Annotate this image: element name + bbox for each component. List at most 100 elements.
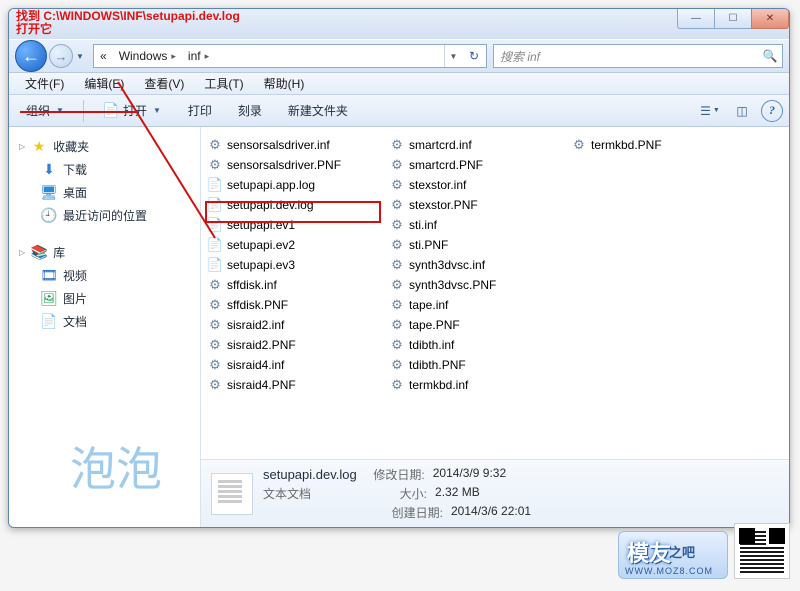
file-name: sisraid2.inf <box>227 318 284 332</box>
downloads-icon: ⬇ <box>41 162 57 178</box>
pictures-icon: 🖼 <box>41 291 57 307</box>
file-item[interactable]: ⚙sisraid4.PNF <box>201 375 383 395</box>
maximize-button[interactable]: ☐ <box>714 9 752 29</box>
file-item[interactable]: ⚙sisraid4.inf <box>201 355 383 375</box>
videos-icon: 🎞 <box>41 268 57 284</box>
sidebar-item-recent[interactable]: 🕘 最近访问的位置 <box>9 204 200 227</box>
logo-url: WWW.MOZ8.COM <box>625 566 713 576</box>
pnf-file-icon: ⚙ <box>207 377 223 393</box>
sidebar-item-pictures[interactable]: 🖼 图片 <box>9 287 200 310</box>
sidebar-libraries[interactable]: ▷ 📚 库 <box>9 241 200 264</box>
sidebar-favorites[interactable]: ▷ ★ 收藏夹 <box>9 135 200 158</box>
file-name: termkbd.inf <box>409 378 468 392</box>
details-pane: setupapi.dev.log 修改日期: 2014/3/9 9:32 文本文… <box>201 459 789 527</box>
file-name: sti.inf <box>409 218 437 232</box>
sidebar-label: 库 <box>53 244 65 261</box>
file-item[interactable]: ⚙sensorsalsdriver.PNF <box>201 155 383 175</box>
file-name: tdibth.inf <box>409 338 454 352</box>
recent-dropdown[interactable]: ▼ <box>73 47 87 65</box>
print-button[interactable]: 打印 <box>178 99 222 123</box>
pnf-file-icon: ⚙ <box>389 317 405 333</box>
view-options-button[interactable]: ☰▼ <box>697 100 723 122</box>
file-item[interactable]: ⚙termkbd.PNF <box>565 135 747 155</box>
menu-edit[interactable]: 编辑(E) <box>74 73 134 94</box>
file-name: setupapi.dev.log <box>227 198 314 212</box>
sidebar-label: 视频 <box>63 267 87 284</box>
file-item[interactable]: 📄setupapi.dev.log <box>201 195 383 215</box>
notepad-icon: 📄 <box>103 103 119 119</box>
file-list-pane[interactable]: ⚙sensorsalsdriver.inf⚙sensorsalsdriver.P… <box>201 127 789 527</box>
breadcrumb-windows[interactable]: Windows ▸ <box>113 45 182 67</box>
file-item[interactable]: ⚙sisraid2.inf <box>201 315 383 335</box>
chevron-right-icon[interactable]: ▸ <box>205 51 210 62</box>
chevron-down-icon: ▼ <box>56 106 64 115</box>
file-name: setupapi.ev2 <box>227 238 295 252</box>
sidebar-item-desktop[interactable]: 🖥 桌面 <box>9 181 200 204</box>
close-button[interactable]: ✕ <box>751 9 789 29</box>
file-item[interactable]: ⚙smartcrd.PNF <box>383 155 565 175</box>
forward-button[interactable]: → <box>49 44 73 68</box>
preview-pane-button[interactable]: ◫ <box>729 100 755 122</box>
menu-view[interactable]: 查看(V) <box>134 73 194 94</box>
breadcrumb-prefix[interactable]: « <box>94 45 113 67</box>
refresh-button[interactable]: ↻ <box>462 45 486 67</box>
menu-help[interactable]: 帮助(H) <box>254 73 315 94</box>
file-name: sffdisk.PNF <box>227 298 288 312</box>
chevron-right-icon[interactable]: ▸ <box>171 51 176 62</box>
minimize-button[interactable]: — <box>677 9 715 29</box>
address-dropdown[interactable]: ▼ <box>444 45 462 67</box>
file-thumbnail-icon <box>211 473 253 515</box>
file-item[interactable]: ⚙sti.PNF <box>383 235 565 255</box>
file-name: tdibth.PNF <box>409 358 466 372</box>
file-name: smartcrd.PNF <box>409 158 483 172</box>
organize-button[interactable]: 组织 ▼ <box>15 99 75 123</box>
text-file-icon: 📄 <box>207 177 223 193</box>
file-item[interactable]: 📄 setupapi.ev2 <box>201 235 383 255</box>
file-item[interactable]: ⚙ termkbd.inf <box>383 375 565 395</box>
burn-button[interactable]: 刻录 <box>228 99 272 123</box>
file-item[interactable]: 📄setupapi.app.log <box>201 175 383 195</box>
file-item[interactable]: ⚙sffdisk.inf <box>201 275 383 295</box>
search-icon[interactable]: 🔍 <box>758 49 782 63</box>
file-name: setupapi.ev3 <box>227 258 295 272</box>
details-modified-value: 2014/3/9 9:32 <box>433 466 506 483</box>
file-item[interactable]: ⚙tdibth.inf <box>383 335 565 355</box>
file-item[interactable]: ⚙tdibth.PNF <box>383 355 565 375</box>
address-bar[interactable]: « Windows ▸ inf ▸ ▼ ↻ <box>93 44 487 68</box>
file-item[interactable]: 📄setupapi.ev1 <box>201 215 383 235</box>
organize-label: 组织 <box>26 102 50 119</box>
back-button[interactable]: ← <box>15 40 47 72</box>
inf-file-icon: ⚙ <box>389 377 405 393</box>
sidebar-item-downloads[interactable]: ⬇ 下载 <box>9 158 200 181</box>
menu-file[interactable]: 文件(F) <box>15 73 74 94</box>
file-icon: 📄 <box>207 237 223 253</box>
file-item[interactable]: ⚙sisraid2.PNF <box>201 335 383 355</box>
navigation-pane[interactable]: ▷ ★ 收藏夹 ⬇ 下载 🖥 桌面 🕘 最近访问的位置 <box>9 127 201 527</box>
sidebar-item-documents[interactable]: 📄 文档 <box>9 310 200 333</box>
file-item[interactable]: ⚙smartcrd.inf <box>383 135 565 155</box>
file-item[interactable]: ⚙synth3dvsc.inf <box>383 255 565 275</box>
open-button[interactable]: 📄 打开▼ <box>92 99 172 123</box>
help-button[interactable]: ? <box>761 100 783 122</box>
logo: 模友 之吧 WWW.MOZ8.COM <box>618 531 728 579</box>
file-item[interactable]: ⚙tape.inf <box>383 295 565 315</box>
file-item[interactable]: ⚙tape.PNF <box>383 315 565 335</box>
sidebar-item-videos[interactable]: 🎞 视频 <box>9 264 200 287</box>
file-item[interactable]: ⚙synth3dvsc.PNF <box>383 275 565 295</box>
file-item[interactable]: ⚙sti.inf <box>383 215 565 235</box>
branding: 模友 之吧 WWW.MOZ8.COM <box>618 523 790 579</box>
file-item[interactable]: ⚙sffdisk.PNF <box>201 295 383 315</box>
menu-tools[interactable]: 工具(T) <box>194 73 253 94</box>
file-item[interactable]: ⚙stexstor.inf <box>383 175 565 195</box>
search-box[interactable]: 搜索 inf 🔍 <box>493 44 783 68</box>
logo-text-2: 之吧 <box>669 542 695 561</box>
desktop-icon: 🖥 <box>41 185 57 201</box>
breadcrumb-inf[interactable]: inf ▸ <box>182 45 215 67</box>
menubar: 文件(F) 编辑(E) 查看(V) 工具(T) 帮助(H) <box>9 73 789 95</box>
new-folder-button[interactable]: 新建文件夹 <box>278 99 358 123</box>
file-item[interactable]: ⚙stexstor.PNF <box>383 195 565 215</box>
pnf-file-icon: ⚙ <box>389 237 405 253</box>
file-item[interactable]: ⚙sensorsalsdriver.inf <box>201 135 383 155</box>
file-item[interactable]: 📄setupapi.ev3 <box>201 255 383 275</box>
documents-icon: 📄 <box>41 314 57 330</box>
